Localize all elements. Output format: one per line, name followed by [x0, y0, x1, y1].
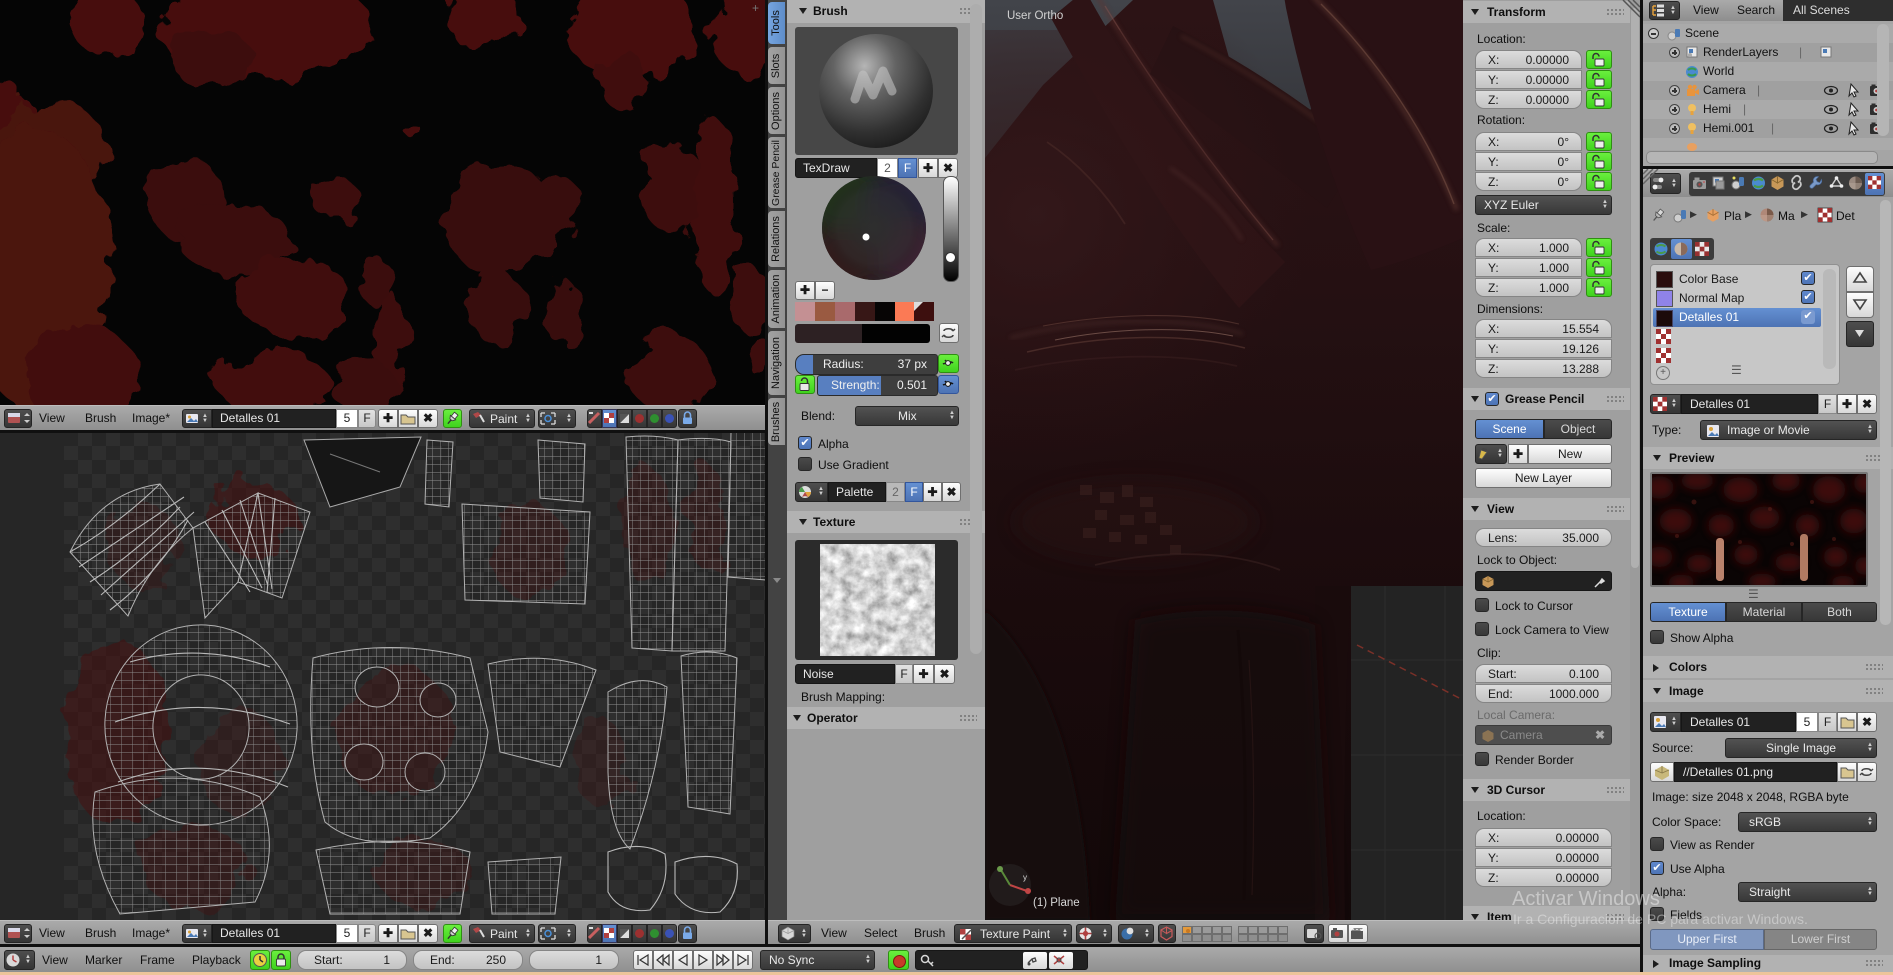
svg-text:y: y [1023, 873, 1027, 882]
svg-text:User Ortho: User Ortho [1007, 10, 1063, 22]
